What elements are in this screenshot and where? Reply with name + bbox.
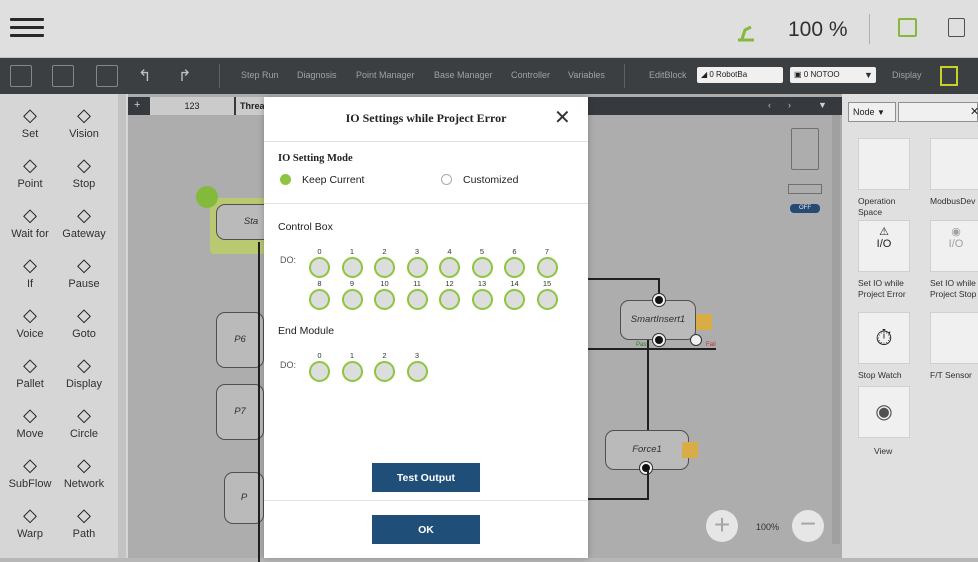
close-icon[interactable]: ✕ bbox=[554, 105, 571, 130]
do-2-toggle[interactable] bbox=[374, 361, 395, 382]
do-number: 6 bbox=[512, 247, 517, 256]
do-number: 3 bbox=[414, 247, 420, 256]
do-0-toggle[interactable] bbox=[309, 257, 330, 278]
divider bbox=[264, 203, 588, 204]
do-number: 5 bbox=[479, 247, 485, 256]
do-number: 15 bbox=[542, 279, 552, 288]
do-6-toggle[interactable] bbox=[504, 257, 525, 278]
do-15-toggle[interactable] bbox=[536, 289, 558, 310]
control-do-prefix: DO: bbox=[280, 255, 297, 265]
do-number: 14 bbox=[510, 279, 519, 288]
do-2-toggle[interactable] bbox=[374, 257, 395, 278]
do-number: 3 bbox=[414, 351, 420, 360]
io-settings-dialog: IO Settings while Project Error ✕ IO Set… bbox=[264, 97, 588, 558]
do-0-toggle[interactable] bbox=[309, 361, 330, 382]
do-10-toggle[interactable] bbox=[374, 289, 395, 310]
do-9-toggle[interactable] bbox=[341, 289, 363, 310]
do-4-toggle[interactable] bbox=[439, 257, 460, 278]
io-mode-label: IO Setting Mode bbox=[278, 153, 353, 164]
customized-radio[interactable] bbox=[441, 174, 452, 185]
do-5-toggle[interactable] bbox=[471, 257, 493, 278]
do-14-toggle[interactable] bbox=[504, 289, 525, 310]
do-13-toggle[interactable] bbox=[471, 289, 493, 310]
customized-label: Customized bbox=[463, 174, 519, 186]
do-11-toggle[interactable] bbox=[406, 289, 428, 310]
do-number: 0 bbox=[317, 247, 322, 256]
test-output-button[interactable]: Test Output bbox=[372, 463, 480, 492]
do-number: 13 bbox=[477, 279, 487, 288]
end-do-prefix: DO: bbox=[280, 360, 297, 370]
end-module-label: End Module bbox=[278, 325, 335, 337]
keep-current-radio[interactable] bbox=[280, 174, 291, 185]
do-1-toggle[interactable] bbox=[341, 257, 363, 278]
do-number: 4 bbox=[447, 247, 452, 256]
keep-current-label: Keep Current bbox=[302, 174, 365, 186]
do-number: 1 bbox=[349, 351, 355, 360]
do-number: 2 bbox=[382, 247, 387, 256]
do-3-toggle[interactable] bbox=[406, 257, 428, 278]
dialog-title: IO Settings while Project Error bbox=[345, 111, 507, 125]
do-12-toggle[interactable] bbox=[439, 289, 460, 310]
do-number: 12 bbox=[445, 279, 454, 288]
do-8-toggle[interactable] bbox=[309, 289, 330, 310]
divider bbox=[264, 141, 588, 142]
do-7-toggle[interactable] bbox=[536, 257, 558, 278]
do-number: 10 bbox=[380, 279, 389, 288]
do-number: 7 bbox=[544, 247, 550, 256]
do-number: 9 bbox=[349, 279, 355, 288]
do-number: 8 bbox=[317, 279, 322, 288]
do-3-toggle[interactable] bbox=[406, 361, 428, 382]
do-number: 2 bbox=[382, 351, 387, 360]
do-1-toggle[interactable] bbox=[341, 361, 363, 382]
ok-button[interactable]: OK bbox=[372, 515, 480, 544]
control-box-label: Control Box bbox=[278, 221, 333, 233]
do-number: 1 bbox=[349, 247, 355, 256]
do-number: 11 bbox=[413, 279, 421, 288]
divider bbox=[264, 500, 588, 501]
do-number: 0 bbox=[317, 351, 322, 360]
